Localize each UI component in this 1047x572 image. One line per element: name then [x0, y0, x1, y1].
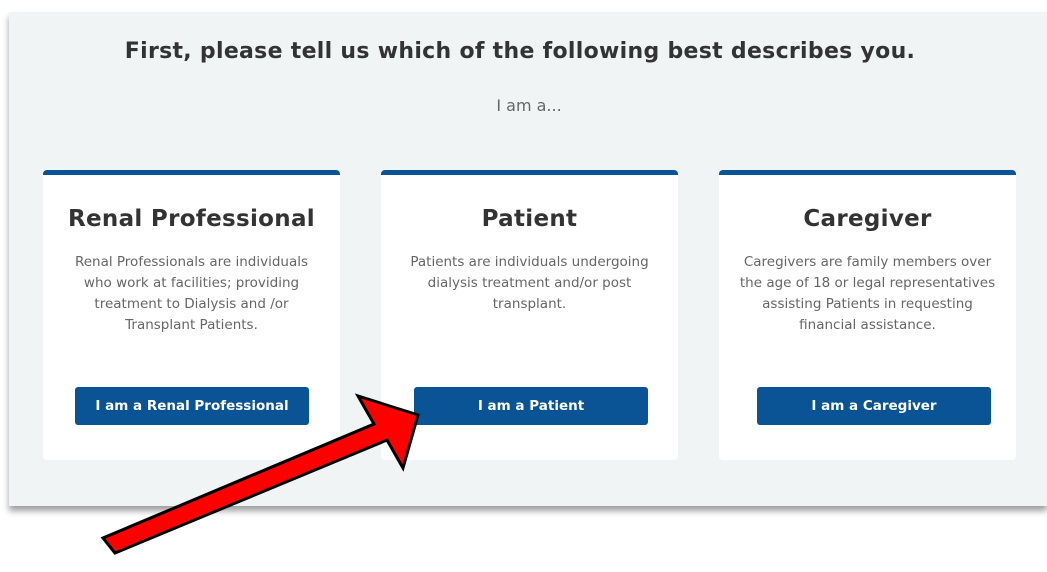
card-caregiver: Caregiver Caregivers are family members … — [719, 170, 1016, 460]
card-title: Caregiver — [803, 206, 932, 232]
page-subheading: I am a... — [496, 96, 562, 115]
renal-professional-button[interactable]: I am a Renal Professional — [75, 387, 309, 425]
card-patient: Patient Patients are individuals undergo… — [381, 170, 678, 460]
card-renal-professional: Renal Professional Renal Professionals a… — [43, 170, 340, 460]
card-description: Renal Professionals are individuals who … — [74, 254, 309, 333]
caregiver-button[interactable]: I am a Caregiver — [757, 387, 991, 425]
page-heading: First, please tell us which of the follo… — [124, 39, 916, 64]
patient-button[interactable]: I am a Patient — [414, 387, 648, 425]
card-title: Patient — [481, 206, 578, 232]
card-description: Caregivers are family members over the a… — [739, 254, 996, 333]
card-title: Renal Professional — [68, 206, 315, 232]
card-description: Patients are individuals undergoing dial… — [410, 254, 649, 312]
